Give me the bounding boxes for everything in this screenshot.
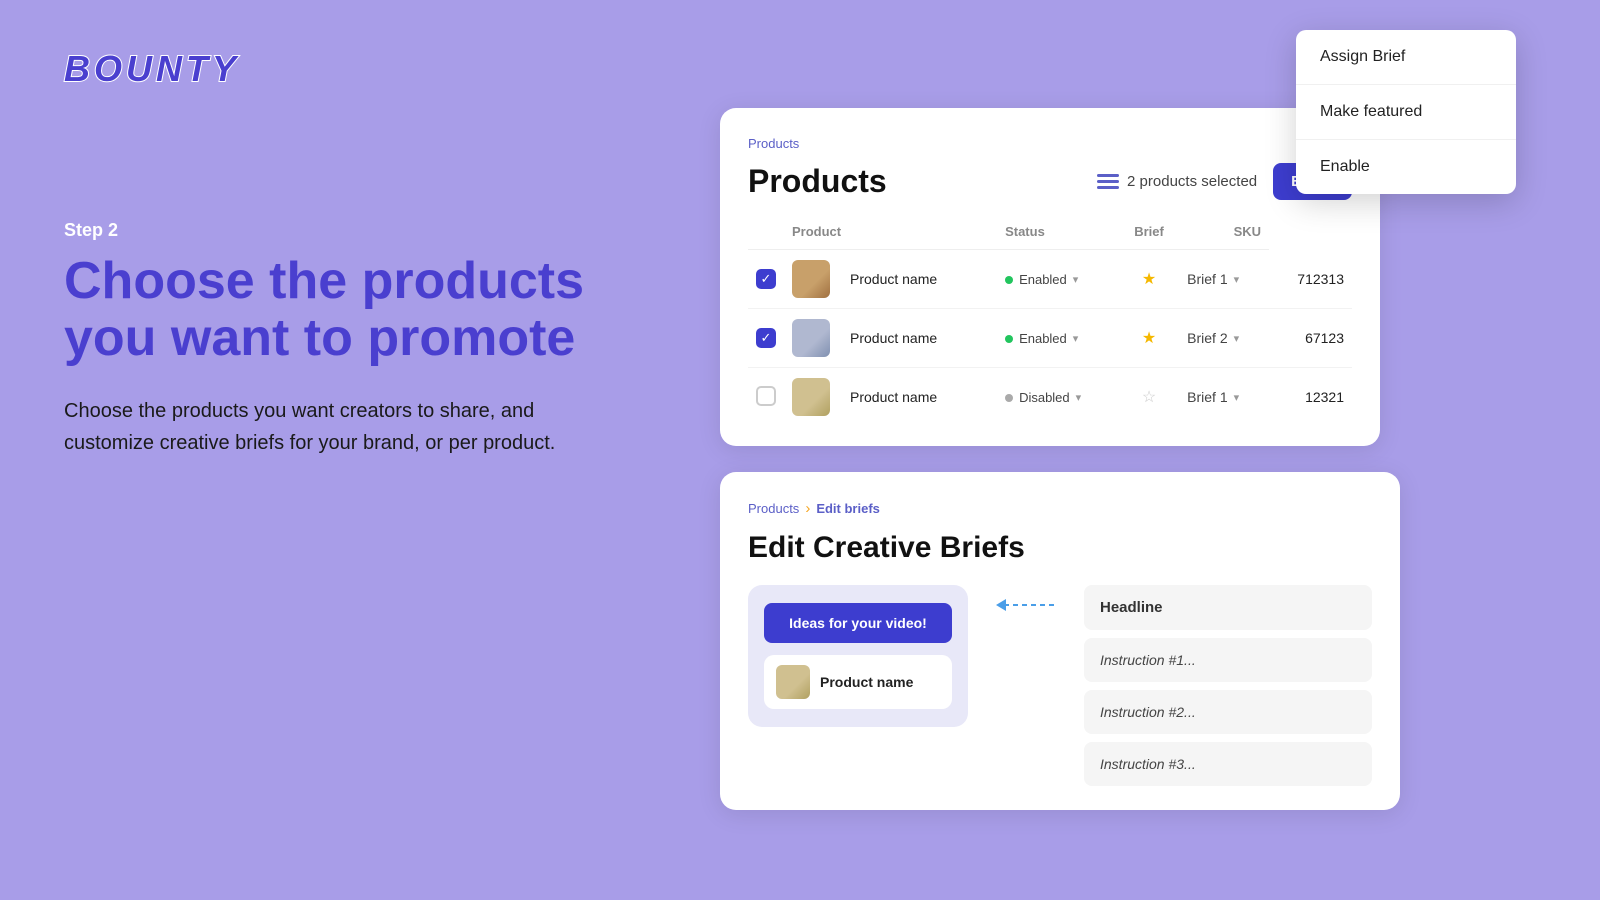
col-brief: Brief [1119,218,1179,250]
star-icon-1[interactable]: ★ [1142,271,1156,288]
checkbox-2[interactable]: ✓ [756,328,776,348]
mini-product-name: Product name [820,674,913,690]
col-checkbox [748,218,784,250]
product-cell-3: Product name [784,368,997,427]
dropdown-assign-brief[interactable]: Assign Brief [1296,30,1516,85]
star-icon-3[interactable]: ☆ [1142,389,1156,406]
status-badge-3[interactable]: Disabled ▾ [1005,390,1081,405]
products-breadcrumb: Products [748,136,1352,151]
table-layout-icon [1097,174,1119,190]
briefs-card: Products › Edit briefs Edit Creative Bri… [720,472,1400,810]
product-image-2 [792,319,830,357]
briefs-title: Edit Creative Briefs [748,531,1372,565]
product-cell-2: Product name [784,309,997,368]
product-cell-1: Product name [784,250,997,309]
col-sku: SKU [1179,218,1269,250]
product-image-1 [792,260,830,298]
product-image-3 [792,378,830,416]
status-cell-2[interactable]: Enabled ▾ [997,309,1119,368]
briefs-left-panel: Ideas for your video! Product name [748,585,968,727]
connector-arrow [996,585,1056,625]
sku-cell-1: 712313 [1269,250,1352,309]
sku-cell-2: 67123 [1269,309,1352,368]
status-cell-3[interactable]: Disabled ▾ [997,368,1119,427]
breadcrumb-products[interactable]: Products [748,501,799,516]
status-dot-1 [1005,276,1013,284]
breadcrumb-separator: › [805,500,810,517]
status-badge-1[interactable]: Enabled ▾ [1005,272,1078,287]
brief-field-instruction1[interactable]: Instruction #1... [1084,638,1372,682]
brief-cell-1[interactable]: Brief 1 ▾ [1179,250,1269,309]
checkbox-cell-3[interactable] [748,368,784,427]
checkbox-1[interactable]: ✓ [756,269,776,289]
selected-count: 2 products selected [1127,173,1257,190]
star-icon-2[interactable]: ★ [1142,330,1156,347]
selected-info: 2 products selected [1097,173,1257,190]
brief-field-instruction3[interactable]: Instruction #3... [1084,742,1372,786]
checkbox-cell-1[interactable]: ✓ [748,250,784,309]
brief-chevron-3: ▾ [1234,391,1240,404]
brief-label-1: Brief 1 [1187,271,1227,287]
breadcrumb-edit-briefs: Edit briefs [816,501,880,516]
col-product: Product [784,218,997,250]
checkbox-3[interactable] [756,386,776,406]
product-card-mini: Product name [764,655,952,709]
sku-cell-3: 12321 [1269,368,1352,427]
status-dot-2 [1005,335,1013,343]
brief-chevron-2: ▾ [1234,332,1240,345]
status-dot-3 [1005,394,1013,402]
products-table: Product Status Brief SKU ✓ Product name [748,218,1352,426]
status-cell-1[interactable]: Enabled ▾ [997,250,1119,309]
brief-card-inner: Ideas for your video! Product name [748,585,968,727]
status-chevron-2: ▾ [1073,332,1079,345]
briefs-right-panel: Headline Instruction #1... Instruction #… [1084,585,1372,786]
brief-field-instruction2[interactable]: Instruction #2... [1084,690,1372,734]
main-heading: Choose the products you want to promote [64,253,624,367]
step-label: Step 2 [64,220,624,241]
status-label-3: Disabled [1019,390,1070,405]
brief-label-3: Brief 1 [1187,389,1227,405]
brief-chevron-1: ▾ [1234,273,1240,286]
brief-cell-3[interactable]: Brief 1 ▾ [1179,368,1269,427]
star-cell-1[interactable]: ★ [1119,250,1179,309]
ideas-button[interactable]: Ideas for your video! [764,603,952,643]
briefs-breadcrumb: Products › Edit briefs [748,500,1372,517]
status-chevron-3: ▾ [1076,391,1082,404]
briefs-body: Ideas for your video! Product name Headl… [748,585,1372,786]
brief-label-2: Brief 2 [1187,330,1227,346]
logo: BOUNTY [64,48,240,90]
status-badge-2[interactable]: Enabled ▾ [1005,331,1078,346]
table-row: ✓ Product name Enabled ▾ ★ [748,250,1352,309]
product-name-3: Product name [850,389,937,405]
dropdown-make-featured[interactable]: Make featured [1296,85,1516,140]
sub-text: Choose the products you want creators to… [64,395,624,459]
products-card-header: Products 2 products selected Edit ▾ [748,163,1352,200]
dropdown-menu: Assign Brief Make featured Enable [1296,30,1516,194]
table-row: ✓ Product name Enabled ▾ ★ [748,309,1352,368]
brief-field-headline[interactable]: Headline [1084,585,1372,630]
status-chevron-1: ▾ [1073,273,1079,286]
status-label-2: Enabled [1019,331,1067,346]
star-cell-3[interactable]: ☆ [1119,368,1179,427]
star-cell-2[interactable]: ★ [1119,309,1179,368]
col-status: Status [997,218,1119,250]
product-name-2: Product name [850,330,937,346]
dropdown-enable[interactable]: Enable [1296,140,1516,194]
status-label-1: Enabled [1019,272,1067,287]
brief-cell-2[interactable]: Brief 2 ▾ [1179,309,1269,368]
mini-product-image [776,665,810,699]
products-title: Products [748,163,887,200]
checkbox-cell-2[interactable]: ✓ [748,309,784,368]
products-card: Products Products 2 products selected Ed… [720,108,1380,446]
brief-fields: Headline Instruction #1... Instruction #… [1084,585,1372,786]
left-panel: Step 2 Choose the products you want to p… [64,220,624,459]
table-row: Product name Disabled ▾ ☆ Brief 1 [748,368,1352,427]
product-name-1: Product name [850,271,937,287]
